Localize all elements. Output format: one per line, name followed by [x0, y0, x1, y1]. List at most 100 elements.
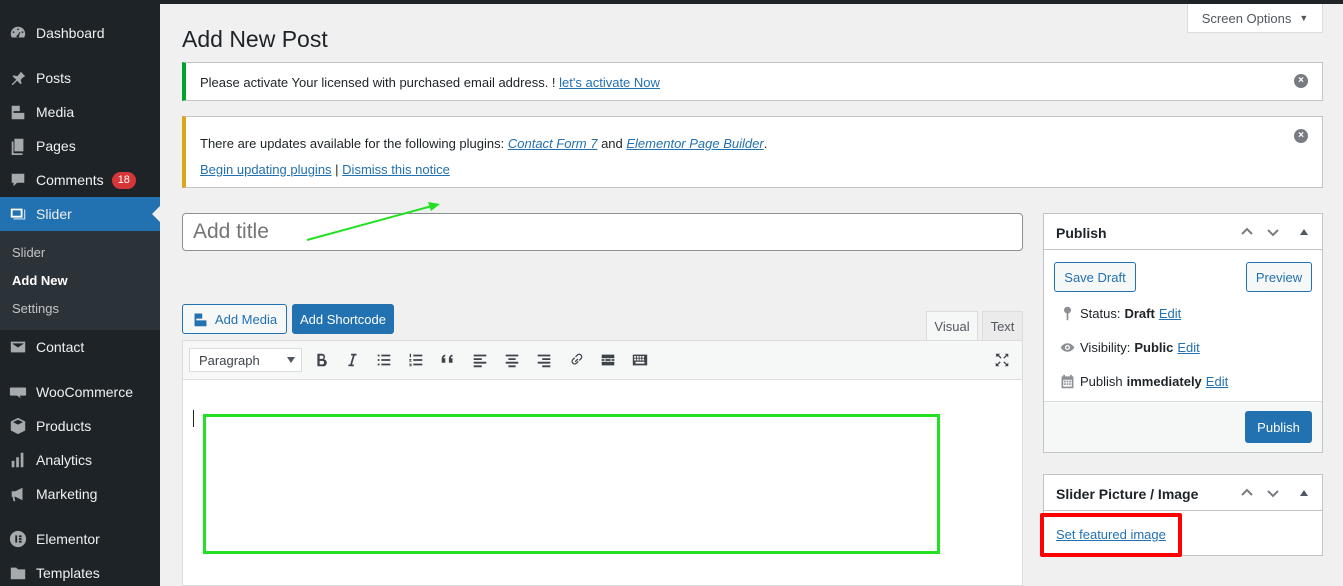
media-icon — [0, 103, 36, 121]
folder-icon — [0, 564, 36, 582]
sidebar-item-label: Marketing — [36, 486, 98, 502]
sidebar-item-templates[interactable]: Templates — [0, 556, 160, 586]
bar-chart-icon — [0, 451, 36, 469]
format-select-value: Paragraph — [199, 352, 260, 368]
activate-now-link[interactable]: let's activate Now — [559, 75, 660, 90]
sidebar-item-pages[interactable]: Pages — [0, 129, 160, 163]
edit-status-link[interactable]: Edit — [1159, 306, 1181, 321]
close-icon[interactable]: × — [1294, 129, 1308, 143]
edit-publish-date-link[interactable]: Edit — [1206, 374, 1228, 389]
sidebar-item-marketing[interactable]: Marketing — [0, 477, 160, 511]
annotation-arrow — [306, 202, 440, 241]
chevron-down-icon[interactable] — [1264, 484, 1282, 502]
sidebar-item-analytics[interactable]: Analytics — [0, 443, 160, 477]
close-icon[interactable]: × — [1294, 74, 1308, 88]
link-icon[interactable] — [564, 349, 588, 371]
publish-actions: Publish — [1044, 401, 1322, 452]
preview-button[interactable]: Preview — [1246, 262, 1312, 292]
sidebar-item-elementor[interactable]: Elementor — [0, 522, 160, 556]
sidebar-item-label: Contact — [36, 339, 85, 355]
collapse-toggle-icon[interactable] — [1295, 484, 1313, 502]
align-left-icon[interactable] — [468, 349, 492, 371]
pin-icon — [0, 69, 36, 87]
sidebar-item-slider[interactable]: Slider — [0, 197, 160, 231]
bullet-list-icon[interactable] — [372, 349, 396, 371]
begin-updating-link[interactable]: Begin updating plugins — [200, 162, 332, 177]
sidebar-item-dashboard[interactable]: Dashboard — [0, 16, 160, 50]
woo-icon — [0, 383, 36, 401]
sidebar-item-label: Posts — [36, 70, 72, 86]
plugin-updates-notice: There are updates available for the foll… — [182, 116, 1323, 188]
chevron-up-icon[interactable] — [1238, 484, 1256, 502]
add-shortcode-button[interactable]: Add Shortcode — [292, 304, 394, 334]
annotation-highlight-red — [1040, 513, 1182, 557]
blockquote-icon[interactable] — [436, 349, 460, 371]
numbered-list-icon[interactable] — [404, 349, 428, 371]
collapse-toggle-icon[interactable] — [1295, 223, 1313, 241]
text-cursor — [193, 410, 194, 427]
publish-box: Publish Save Draft Preview Status: Draft … — [1043, 213, 1323, 453]
status-row: Status: Draft Edit — [1054, 303, 1181, 323]
contact-form-7-link[interactable]: Contact Form 7 — [508, 136, 598, 151]
sidebar-item-products[interactable]: Products — [0, 409, 160, 443]
format-select[interactable]: Paragraph — [189, 348, 302, 372]
align-center-icon[interactable] — [500, 349, 524, 371]
toolbar-toggle-icon[interactable] — [628, 349, 652, 371]
sidebar-item-contact[interactable]: Contact — [0, 330, 160, 364]
visibility-row: Visibility: Public Edit — [1054, 337, 1200, 357]
dismiss-notice-link[interactable]: Dismiss this notice — [342, 162, 450, 177]
bold-icon[interactable] — [309, 349, 333, 371]
slider-submenu: Slider Add New Settings — [0, 231, 160, 330]
sidebar-item-label: Elementor — [36, 531, 100, 547]
add-media-button[interactable]: Add Media — [182, 304, 287, 334]
elementor-icon — [0, 530, 36, 548]
publish-box-title: Publish — [1056, 225, 1107, 241]
fullscreen-icon[interactable] — [990, 349, 1014, 371]
chevron-down-icon[interactable] — [1264, 223, 1282, 241]
align-right-icon[interactable] — [532, 349, 556, 371]
add-media-label: Add Media — [214, 311, 278, 327]
megaphone-icon — [0, 485, 36, 503]
admin-sidebar: Dashboard Posts Media Pages Comments 18 … — [0, 4, 160, 586]
sidebar-item-posts[interactable]: Posts — [0, 61, 160, 95]
sidebar-item-media[interactable]: Media — [0, 95, 160, 129]
screen-options-button[interactable]: Screen Options ▼ — [1187, 4, 1323, 33]
sidebar-item-label: Pages — [36, 138, 76, 154]
sidebar-item-label: Comments — [36, 172, 104, 188]
elementor-link[interactable]: Elementor Page Builder — [626, 136, 763, 151]
updates-notice-actions: Begin updating plugins | Dismiss this no… — [200, 162, 450, 177]
annotation-highlight-box — [203, 414, 940, 554]
sidebar-item-label: Templates — [36, 565, 100, 581]
sidebar-item-label: Media — [36, 104, 75, 120]
sidebar-item-woocommerce[interactable]: WooCommerce — [0, 375, 160, 409]
submenu-item-add-new[interactable]: Add New — [12, 273, 68, 288]
slider-icon — [0, 205, 36, 223]
updates-notice-text: There are updates available for the foll… — [200, 136, 768, 151]
publish-button[interactable]: Publish — [1245, 411, 1312, 443]
sidebar-item-label: Dashboard — [36, 25, 105, 41]
submenu-item-slider[interactable]: Slider — [12, 245, 45, 260]
tab-visual[interactable]: Visual — [926, 311, 978, 340]
eye-icon — [1054, 339, 1080, 356]
chevron-up-icon[interactable] — [1238, 223, 1256, 241]
slider-picture-box-header: Slider Picture / Image — [1044, 475, 1322, 511]
comment-icon — [0, 171, 36, 189]
sidebar-item-label: Analytics — [36, 452, 93, 468]
license-notice-text: Please activate Your licensed with purch… — [200, 75, 660, 90]
edit-visibility-link[interactable]: Edit — [1177, 340, 1199, 355]
italic-icon[interactable] — [340, 349, 364, 371]
save-draft-button[interactable]: Save Draft — [1054, 262, 1136, 292]
chevron-down-icon — [287, 357, 295, 363]
tab-text[interactable]: Text — [982, 311, 1023, 340]
sidebar-item-comments[interactable]: Comments 18 — [0, 163, 160, 197]
box-icon — [0, 417, 36, 435]
read-more-icon[interactable] — [596, 349, 620, 371]
screen-options-label: Screen Options — [1201, 10, 1292, 26]
page-title: Add New Post — [182, 26, 328, 52]
dashboard-icon — [0, 24, 36, 42]
caret-down-icon: ▼ — [1299, 13, 1309, 23]
submenu-item-settings[interactable]: Settings — [12, 301, 59, 316]
comments-count-badge: 18 — [111, 171, 136, 189]
license-notice: Please activate Your licensed with purch… — [182, 62, 1323, 101]
top-bar — [0, 0, 1343, 4]
